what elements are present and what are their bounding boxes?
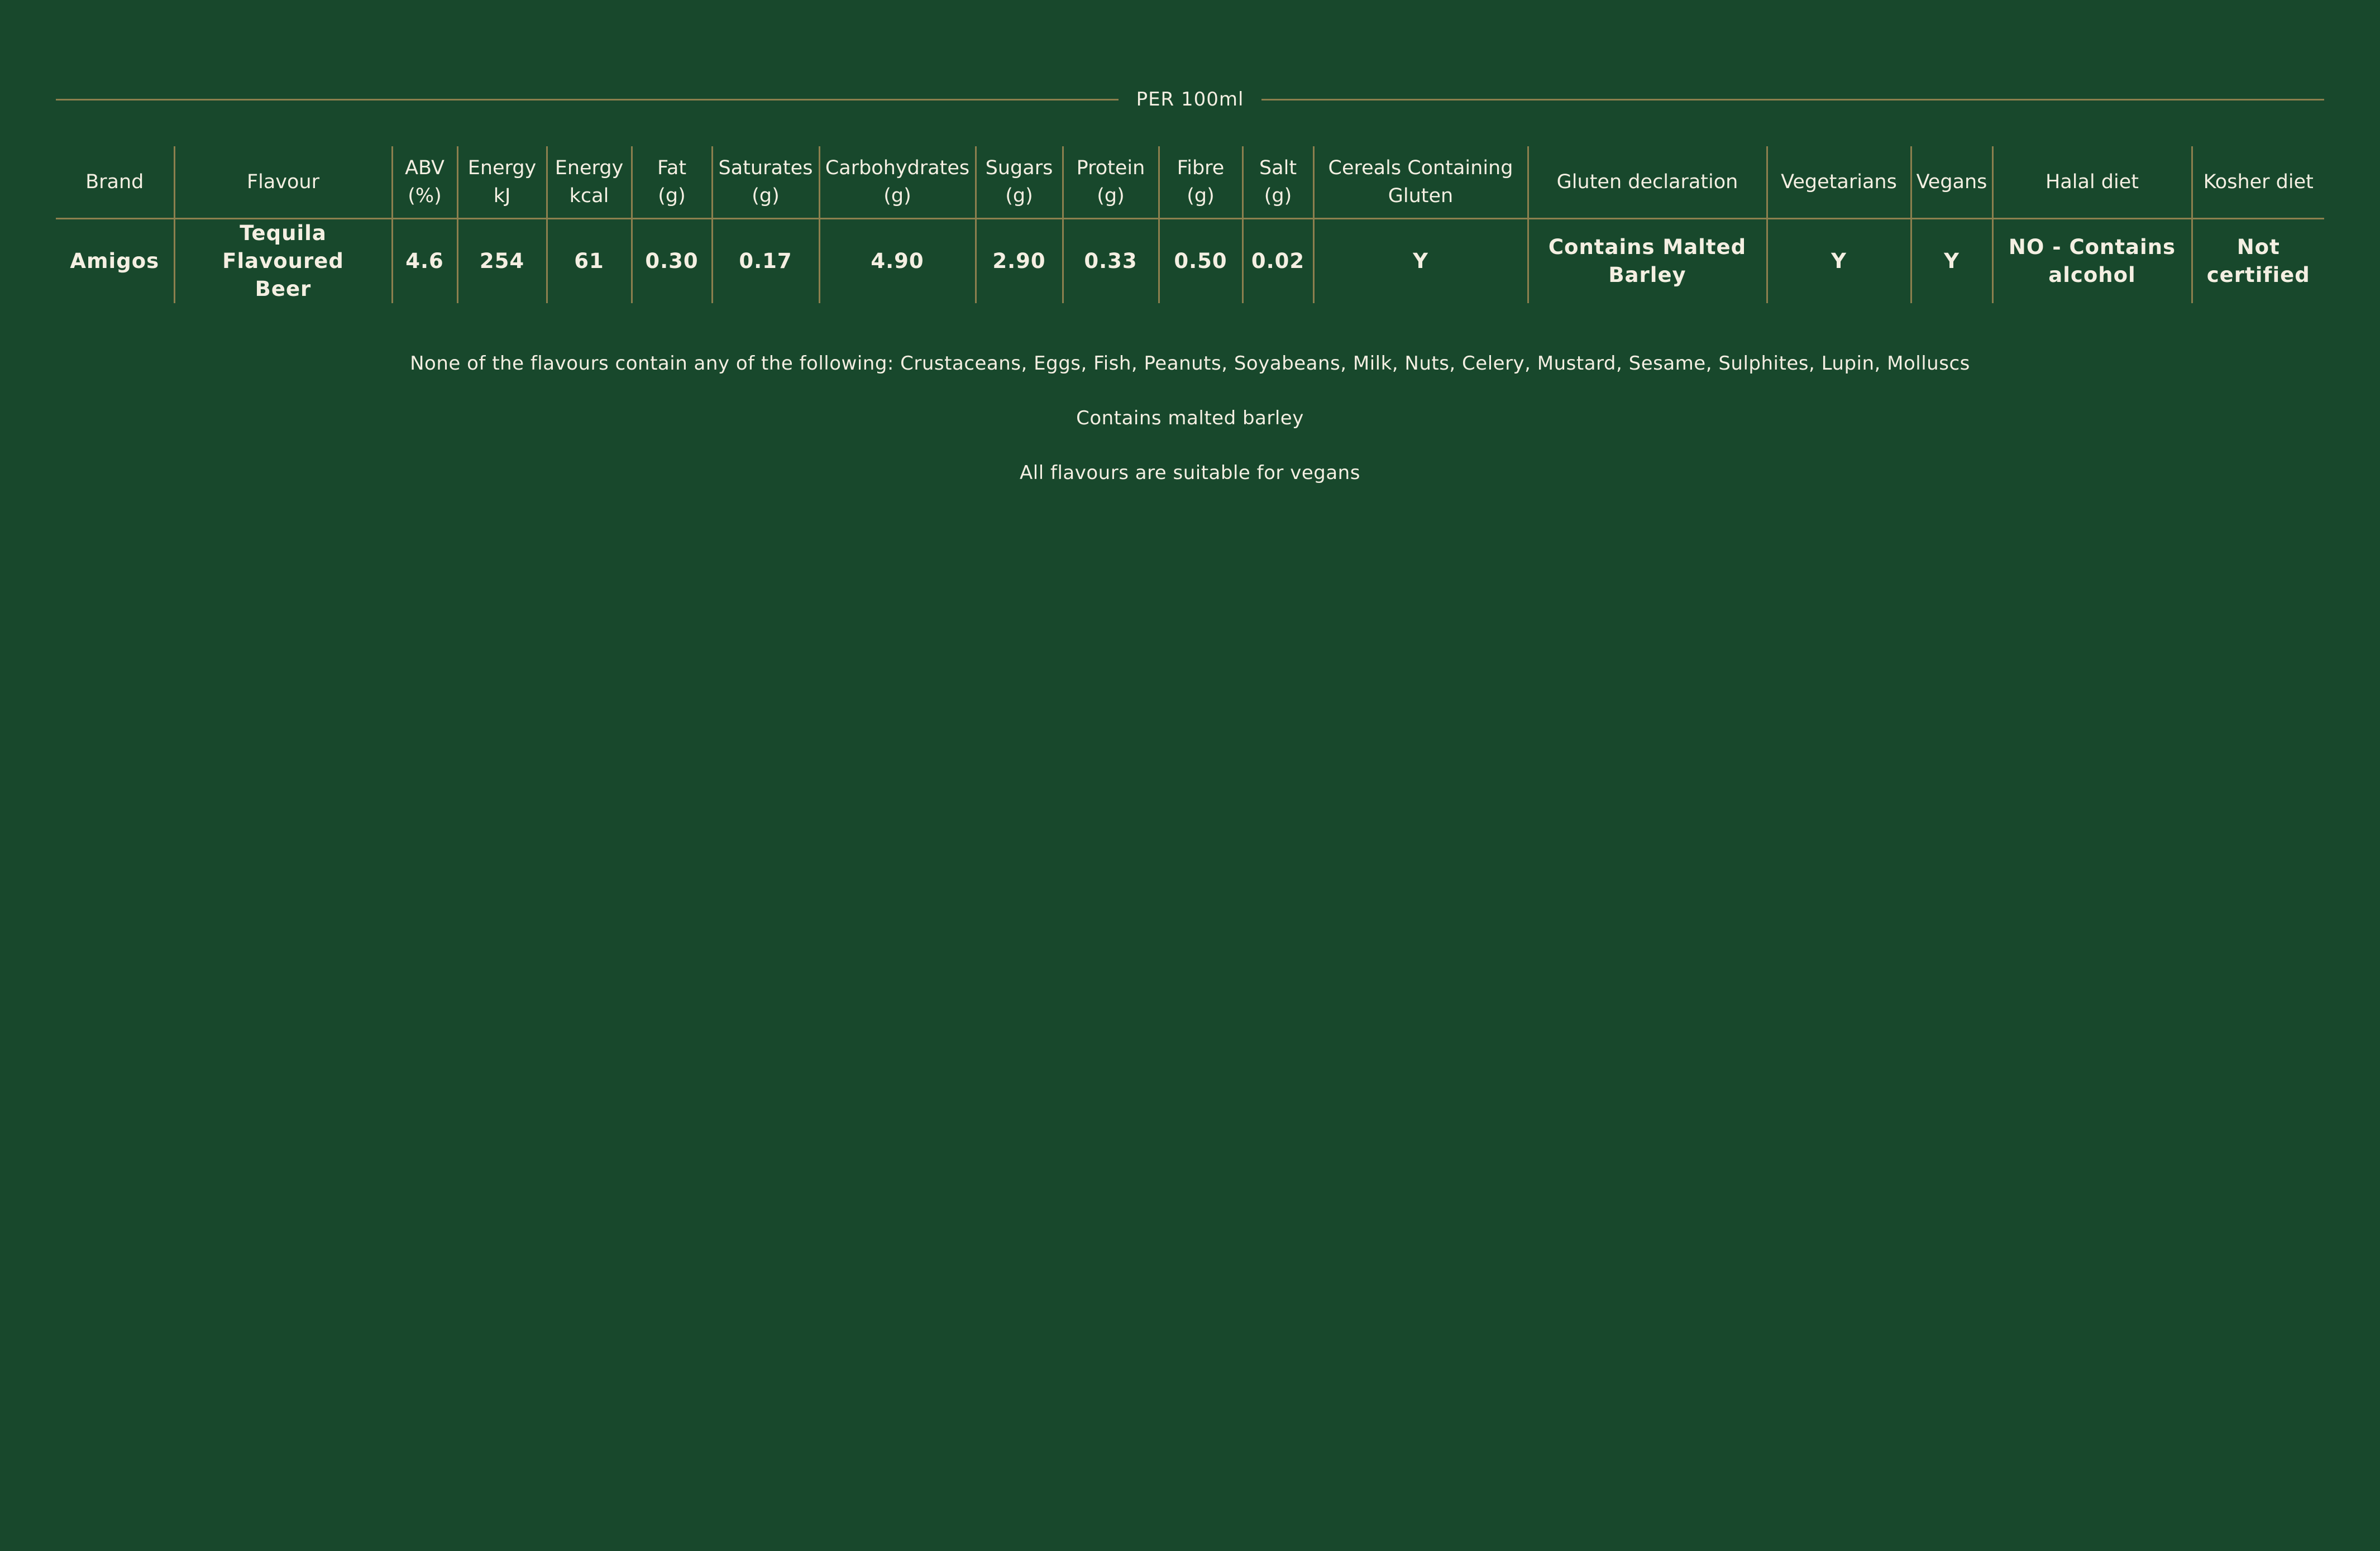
column-header-carbohydrates: Carbohydrates (g) xyxy=(818,146,976,219)
table-row: Amigos Tequila Flavoured Beer 4.6 254 61 … xyxy=(56,218,2324,303)
cell-vegans: Y xyxy=(1910,218,1992,303)
per-100ml-label: PER 100ml xyxy=(1136,88,1244,111)
divider-line-right xyxy=(1261,98,2325,100)
column-header-fat: Fat (g) xyxy=(630,146,712,219)
column-header-protein: Protein (g) xyxy=(1062,146,1159,219)
cell-energy-kcal: 61 xyxy=(546,218,632,303)
barley-note: Contains malted barley xyxy=(1076,407,1304,429)
column-header-salt: Salt (g) xyxy=(1241,146,1313,219)
column-header-brand: Brand xyxy=(56,146,174,219)
cell-vegetarians: Y xyxy=(1766,218,1911,303)
column-header-vegetarians: Vegetarians xyxy=(1766,146,1911,219)
column-header-gluten-declaration: Gluten declaration xyxy=(1527,146,1767,219)
cell-cereals-gluten: Y xyxy=(1312,218,1528,303)
cell-fat: 0.30 xyxy=(630,218,712,303)
nutrition-table: Brand Flavour ABV (%) Energy kJ Energy kcal… xyxy=(56,146,2324,303)
notes-section: None of the flavours contain any of the … xyxy=(0,350,2380,514)
column-header-kosher: Kosher diet xyxy=(2191,146,2324,219)
column-header-cereals-gluten: Cereals Containing Gluten xyxy=(1312,146,1528,219)
cell-kosher: Not certified xyxy=(2191,218,2324,303)
cell-flavour: Tequila Flavoured Beer xyxy=(173,218,392,303)
cell-energy-kj: 254 xyxy=(456,218,547,303)
cell-saturates: 0.17 xyxy=(711,218,819,303)
cell-halal: NO - Contains alcohol xyxy=(1991,218,2192,303)
cell-sugars: 2.90 xyxy=(974,218,1063,303)
column-header-saturates: Saturates (g) xyxy=(711,146,819,219)
cell-salt: 0.02 xyxy=(1241,218,1313,303)
column-header-sugars: Sugars (g) xyxy=(974,146,1063,219)
table-header-row: Brand Flavour ABV (%) Energy kJ Energy kcal… xyxy=(56,146,2324,219)
cell-brand: Amigos xyxy=(70,249,160,273)
cell-abv: 4.6 xyxy=(391,218,457,303)
cell-carbohydrates: 4.90 xyxy=(818,218,976,303)
column-header-flavour: Flavour xyxy=(173,146,392,219)
column-header-vegans: Vegans xyxy=(1910,146,1992,219)
vegan-note: All flavours are suitable for vegans xyxy=(1020,462,1360,484)
column-header-fibre: Fibre (g) xyxy=(1158,146,1242,219)
cell-fibre: 0.50 xyxy=(1158,218,1242,303)
cell-gluten-declaration: Contains Malted Barley xyxy=(1527,218,1767,303)
allergen-note: None of the flavours contain any of the … xyxy=(410,352,1970,375)
divider-line-left xyxy=(56,98,1119,100)
column-header-energy-kj: Energy kJ xyxy=(456,146,547,219)
column-header-abv: ABV (%) xyxy=(391,146,457,219)
cell-protein: 0.33 xyxy=(1062,218,1159,303)
column-header-energy-kcal: Energy kcal xyxy=(546,146,632,219)
column-header-halal: Halal diet xyxy=(1991,146,2192,219)
per-100ml-header: PER 100ml xyxy=(56,84,2325,115)
